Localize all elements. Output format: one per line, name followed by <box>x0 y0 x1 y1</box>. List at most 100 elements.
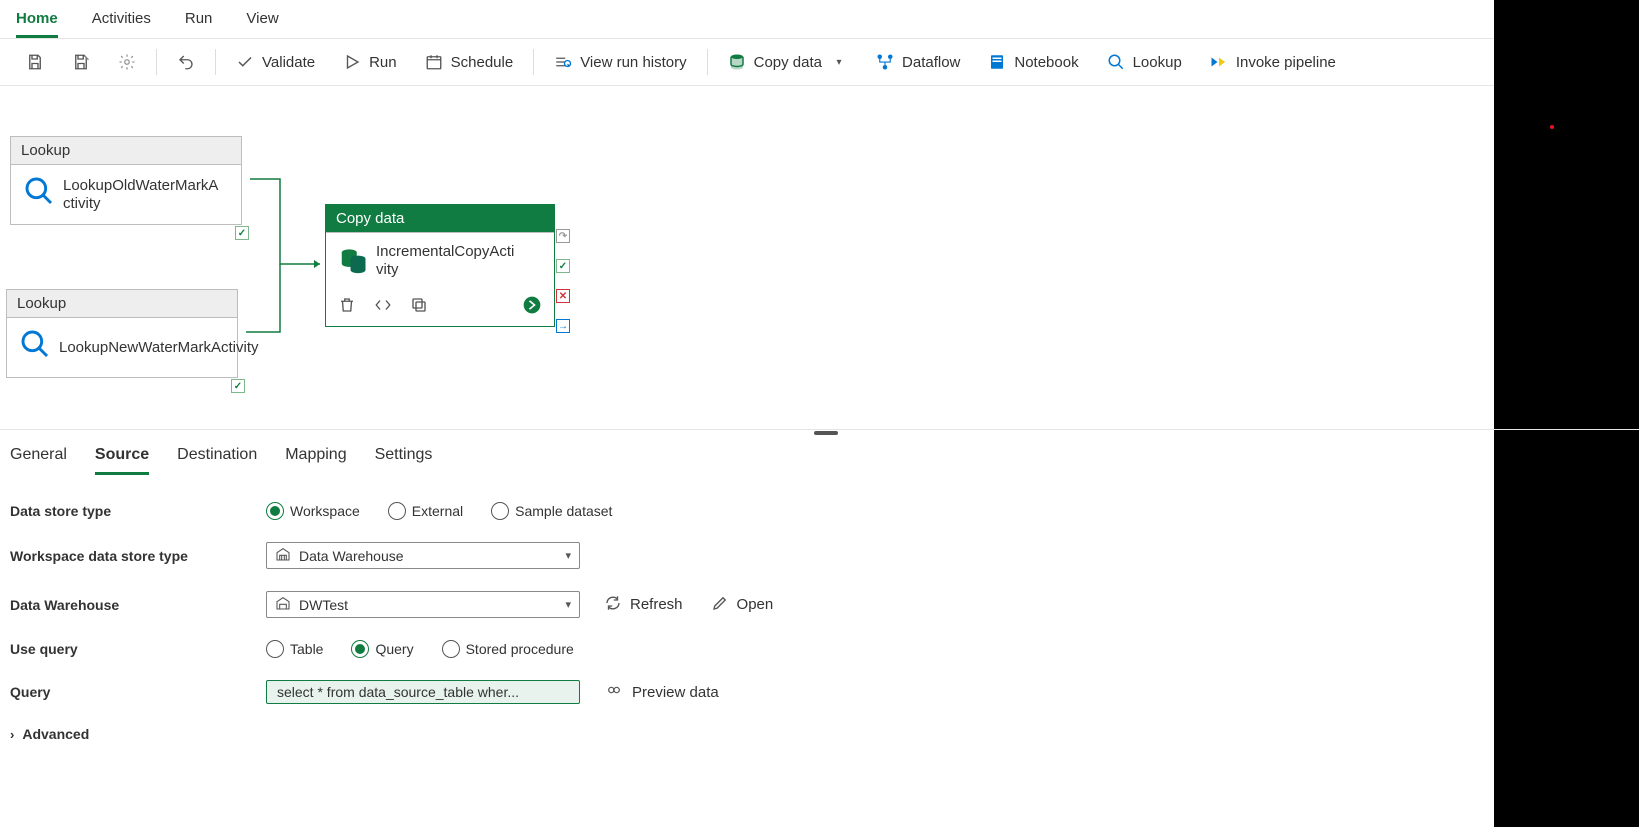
radio-sample[interactable]: Sample dataset <box>491 502 612 520</box>
search-icon <box>1107 53 1125 71</box>
schedule-button[interactable]: Schedule <box>411 47 528 77</box>
radio-table-label: Table <box>290 641 323 657</box>
radio-workspace[interactable]: Workspace <box>266 502 360 520</box>
save-button[interactable] <box>12 47 58 77</box>
trash-icon[interactable] <box>338 296 356 317</box>
validate-label: Validate <box>262 54 315 71</box>
invoke-label: Invoke pipeline <box>1236 54 1336 71</box>
label-query: Query <box>10 684 266 700</box>
refresh-button[interactable]: Refresh <box>604 594 683 616</box>
tab-view[interactable]: View <box>246 6 278 38</box>
radio-external[interactable]: External <box>388 502 463 520</box>
label-ws-type: Workspace data store type <box>10 548 266 564</box>
node-port-skip[interactable]: ↷ <box>556 229 570 243</box>
tab-mapping[interactable]: Mapping <box>285 442 346 475</box>
preview-label: Preview data <box>632 684 719 701</box>
separator <box>533 49 534 75</box>
arrow-circle-icon[interactable] <box>522 295 542 318</box>
node-lookup-old-name: LookupOldWaterMarkActivity <box>63 177 223 213</box>
label-use-query: Use query <box>10 641 266 657</box>
save-as-button[interactable] <box>58 47 104 77</box>
notebook-icon <box>988 53 1006 71</box>
open-button[interactable]: Open <box>711 594 774 616</box>
history-label: View run history <box>580 54 686 71</box>
tab-settings[interactable]: Settings <box>375 442 433 475</box>
node-lookup-new-name: LookupNewWaterMarkActivity <box>59 339 219 357</box>
run-label: Run <box>369 54 397 71</box>
query-input[interactable]: select * from data_source_table wher... <box>266 680 580 704</box>
chevron-down-icon: ▾ <box>565 598 571 611</box>
node-copy-data[interactable]: Copy data IncrementalCopyActivity ↷ ✓ ✕ … <box>325 204 555 327</box>
advanced-toggle[interactable]: › Advanced <box>10 726 1629 742</box>
calendar-icon <box>425 53 443 71</box>
tab-destination[interactable]: Destination <box>177 442 257 475</box>
tab-activities[interactable]: Activities <box>92 6 151 38</box>
node-port-success[interactable]: ✓ <box>556 259 570 273</box>
label-dw: Data Warehouse <box>10 597 266 613</box>
select-dw-value: DWTest <box>299 597 348 613</box>
top-tab-strip: Home Activities Run View <box>0 0 1639 38</box>
tab-general[interactable]: General <box>10 442 67 475</box>
chevron-down-icon: ▾ <box>565 549 571 562</box>
database-icon <box>338 245 368 278</box>
node-port-fail[interactable]: ✕ <box>556 289 570 303</box>
tab-home[interactable]: Home <box>16 6 58 38</box>
gear-icon <box>118 53 136 71</box>
node-port-completion[interactable]: → <box>556 319 570 333</box>
separator <box>707 49 708 75</box>
notebook-label: Notebook <box>1014 54 1078 71</box>
copydata-button[interactable]: Copy data▾ <box>714 47 862 77</box>
radio-query[interactable]: Query <box>351 640 413 658</box>
tab-run[interactable]: Run <box>185 6 213 38</box>
separator <box>215 49 216 75</box>
separator <box>156 49 157 75</box>
pipeline-canvas[interactable]: Lookup LookupOldWaterMarkActivity ✓ Look… <box>0 86 1639 430</box>
connector-new-to-copy <box>246 264 330 344</box>
node-copy-header: Copy data <box>326 205 554 233</box>
label-data-store-type: Data store type <box>10 503 266 519</box>
warehouse-icon <box>275 546 291 565</box>
settings-button[interactable] <box>104 47 150 77</box>
preview-button[interactable]: Preview data <box>604 682 719 702</box>
radio-external-label: External <box>412 503 463 519</box>
node-lookup-old[interactable]: Lookup LookupOldWaterMarkActivity ✓ <box>10 136 242 225</box>
dataflow-button[interactable]: Dataflow <box>862 47 974 77</box>
save-as-icon <box>72 53 90 71</box>
tab-source[interactable]: Source <box>95 442 149 475</box>
advanced-label: Advanced <box>22 726 89 742</box>
panel-resize-handle[interactable] <box>814 431 838 435</box>
dataflow-label: Dataflow <box>902 54 960 71</box>
run-button[interactable]: Run <box>329 47 411 77</box>
copy-icon[interactable] <box>410 296 428 317</box>
node-copy-name: IncrementalCopyActivity <box>376 243 516 279</box>
schedule-label: Schedule <box>451 54 514 71</box>
lookup-label: Lookup <box>1133 54 1182 71</box>
code-icon[interactable] <box>374 296 392 317</box>
radio-table[interactable]: Table <box>266 640 323 658</box>
history-icon <box>554 53 572 71</box>
node-port-success[interactable]: ✓ <box>235 226 249 240</box>
validate-button[interactable]: Validate <box>222 47 329 77</box>
radio-sproc-label: Stored procedure <box>466 641 574 657</box>
view-history-button[interactable]: View run history <box>540 47 700 77</box>
invoke-button[interactable]: Invoke pipeline <box>1196 47 1350 77</box>
node-port-success[interactable]: ✓ <box>231 379 245 393</box>
open-label: Open <box>737 596 774 613</box>
radio-sproc[interactable]: Stored procedure <box>442 640 574 658</box>
chevron-down-icon: ▾ <box>830 53 848 71</box>
radio-sample-label: Sample dataset <box>515 503 612 519</box>
node-copy-footer <box>326 289 554 326</box>
node-lookup-new[interactable]: Lookup LookupNewWaterMarkActivity ✓ <box>6 289 238 378</box>
lookup-button[interactable]: Lookup <box>1093 47 1196 77</box>
dataflow-icon <box>876 53 894 71</box>
select-ws-type[interactable]: Data Warehouse ▾ <box>266 542 580 569</box>
toolbar: Validate Run Schedule View run history C… <box>0 38 1639 86</box>
notebook-button[interactable]: Notebook <box>974 47 1092 77</box>
undo-button[interactable] <box>163 47 209 77</box>
warehouse-icon <box>275 595 291 614</box>
select-ws-type-value: Data Warehouse <box>299 548 404 564</box>
node-lookup-old-header: Lookup <box>11 137 241 165</box>
refresh-icon <box>604 594 622 616</box>
radio-workspace-label: Workspace <box>290 503 360 519</box>
select-dw[interactable]: DWTest ▾ <box>266 591 580 618</box>
